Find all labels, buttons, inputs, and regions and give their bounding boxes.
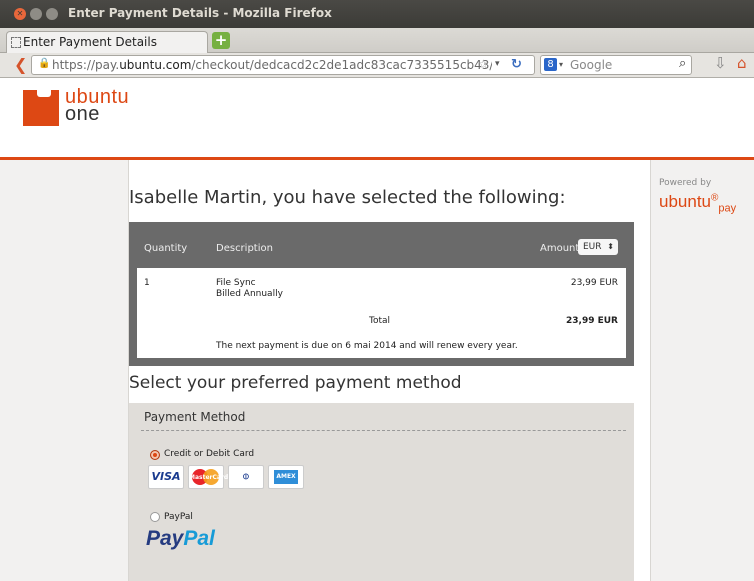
currency-select[interactable]: EUR ⬍: [578, 239, 618, 255]
table-header: Quantity Description Amount EUR ⬍: [129, 222, 634, 268]
ubuntu-one-logo-icon[interactable]: [23, 90, 59, 126]
item-price: 23,99 EUR: [570, 278, 618, 288]
search-input[interactable]: 8 ▾ Google ⌕: [540, 55, 692, 75]
paypal-option-label[interactable]: PayPal: [164, 512, 193, 522]
tab-bar: Enter Payment Details +: [0, 28, 754, 53]
total-value: 23,99 EUR: [566, 316, 618, 326]
minimize-window-button[interactable]: [30, 8, 42, 20]
payment-method-heading: Select your preferred payment method: [129, 373, 462, 393]
window-titlebar: ✕ Enter Payment Details - Mozilla Firefo…: [0, 0, 754, 28]
checkout-content: Isabelle Martin, you have selected the f…: [129, 160, 650, 581]
powered-by-label: Powered by: [659, 178, 712, 188]
visa-card-icon: VISA: [148, 465, 184, 489]
table-body: 1 File Sync Billed Annually 23,99 EUR To…: [137, 268, 626, 358]
lock-icon: 🔒: [38, 58, 51, 69]
new-tab-button[interactable]: +: [212, 32, 230, 49]
card-option-label[interactable]: Credit or Debit Card: [164, 449, 254, 459]
close-window-button[interactable]: ✕: [14, 8, 26, 20]
column-quantity: Quantity: [144, 243, 188, 254]
search-placeholder: Google: [570, 58, 613, 72]
page-header: ubuntu one: [0, 78, 754, 158]
download-icon[interactable]: ⇩: [714, 54, 727, 72]
total-label: Total: [369, 316, 391, 326]
item-quantity: 1: [144, 278, 150, 288]
logo-text-one[interactable]: one: [65, 103, 100, 126]
selection-heading: Isabelle Martin, you have selected the f…: [129, 187, 566, 208]
diners-club-icon: ⦶: [228, 465, 264, 489]
window-title: Enter Payment Details - Mozilla Firefox: [68, 6, 332, 20]
tab-enter-payment-details[interactable]: Enter Payment Details: [6, 31, 208, 53]
paypal-radio[interactable]: [150, 512, 160, 522]
column-amount: Amount: [540, 243, 580, 254]
order-summary-table: Quantity Description Amount EUR ⬍ 1 File…: [129, 222, 634, 366]
maximize-window-button[interactable]: [46, 8, 58, 20]
paypal-logo[interactable]: PayPal: [146, 527, 215, 551]
reload-icon[interactable]: ↻: [511, 57, 522, 72]
ubuntu-pay-logo: ubuntu®pay: [659, 192, 737, 215]
payment-method-title: Payment Method: [144, 410, 246, 424]
page-icon: [11, 37, 21, 48]
search-engine-icon[interactable]: 8: [544, 58, 557, 71]
currency-value: EUR: [583, 242, 602, 252]
url-text[interactable]: https://pay.ubuntu.com/checkout/dedcacd2…: [52, 58, 492, 72]
column-description: Description: [216, 243, 273, 254]
item-name: File Sync: [216, 278, 256, 288]
tab-label: Enter Payment Details: [23, 35, 157, 49]
home-icon[interactable]: ⌂: [737, 54, 747, 72]
search-engine-dropdown-icon[interactable]: ▾: [559, 60, 563, 69]
payment-divider: [141, 430, 626, 431]
address-bar[interactable]: 🔒 https://pay.ubuntu.com/checkout/dedcac…: [31, 55, 535, 75]
renewal-note: The next payment is due on 6 mai 2014 an…: [216, 341, 518, 351]
amex-icon: AMEX: [268, 465, 304, 489]
right-sidebar: Powered by ubuntu®pay: [650, 160, 754, 581]
mastercard-icon: MasterCard: [188, 465, 228, 489]
left-margin: [0, 160, 129, 581]
chevron-up-down-icon: ⬍: [607, 242, 614, 251]
search-icon[interactable]: ⌕: [679, 56, 686, 71]
bookmark-star-icon[interactable]: ☆: [478, 57, 489, 71]
item-billing: Billed Annually: [216, 289, 283, 299]
navigation-bar: ❮ 🔒 https://pay.ubuntu.com/checkout/dedc…: [0, 53, 754, 78]
card-radio[interactable]: [150, 450, 160, 460]
url-history-dropdown-icon[interactable]: ▾: [495, 59, 500, 69]
back-icon[interactable]: ❮: [14, 55, 27, 74]
payment-method-box: Payment Method Credit or Debit Card VISA…: [129, 403, 634, 581]
